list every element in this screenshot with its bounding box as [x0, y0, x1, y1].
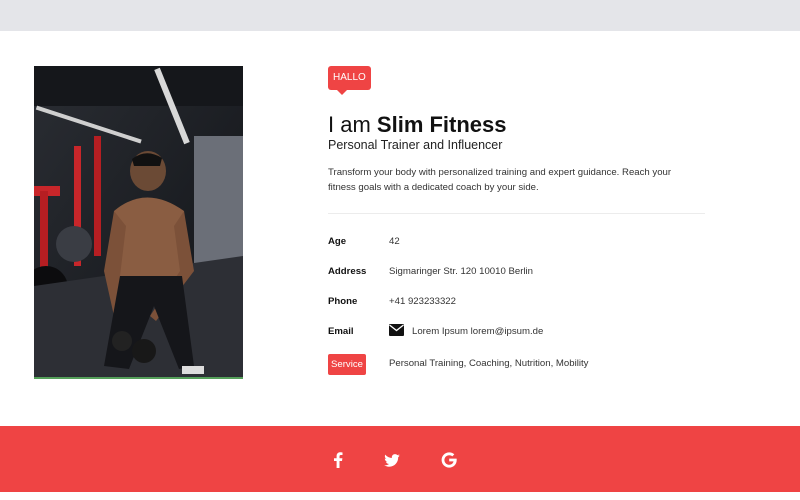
profile-subtitle: Personal Trainer and Influencer [328, 138, 503, 152]
top-bar [0, 0, 800, 31]
trainer-photo [34, 66, 243, 379]
footer [0, 426, 800, 492]
detail-row-age: Age 42 [328, 232, 708, 252]
email-label: Email [328, 326, 354, 337]
phone-value[interactable]: +41 923233322 [389, 296, 456, 307]
envelope-icon [389, 324, 404, 339]
google-icon[interactable] [439, 450, 459, 470]
hallo-badge: HALLO [328, 66, 371, 95]
address-label: Address [328, 266, 367, 277]
facebook-icon[interactable] [328, 450, 348, 470]
email-value[interactable]: Lorem Ipsum lorem@ipsum.de [412, 326, 543, 337]
detail-row-phone: Phone +41 923233322 [328, 292, 708, 312]
detail-row-email: Email Lorem Ipsum lorem@ipsum.de [328, 322, 708, 342]
profile-name: Slim Fitness [376, 112, 507, 137]
age-value: 42 [389, 236, 400, 247]
detail-row-address: Address Sigmaringer Str. 120 10010 Berli… [328, 262, 708, 282]
address-value: Sigmaringer Str. 120 10010 Berlin [389, 266, 533, 277]
greeting-text: I am [328, 112, 371, 137]
divider [328, 213, 705, 214]
service-badge: Service [328, 354, 366, 375]
detail-row-service: Service Personal Training, Coaching, Nut… [328, 354, 708, 375]
phone-label: Phone [328, 296, 358, 307]
profile-description: Transform your body with personalized tr… [328, 167, 672, 193]
twitter-icon[interactable] [382, 450, 402, 470]
page-title: I am Slim Fitness [328, 112, 507, 138]
service-value: Personal Training, Coaching, Nutrition, … [389, 358, 589, 369]
age-label: Age [328, 236, 347, 247]
